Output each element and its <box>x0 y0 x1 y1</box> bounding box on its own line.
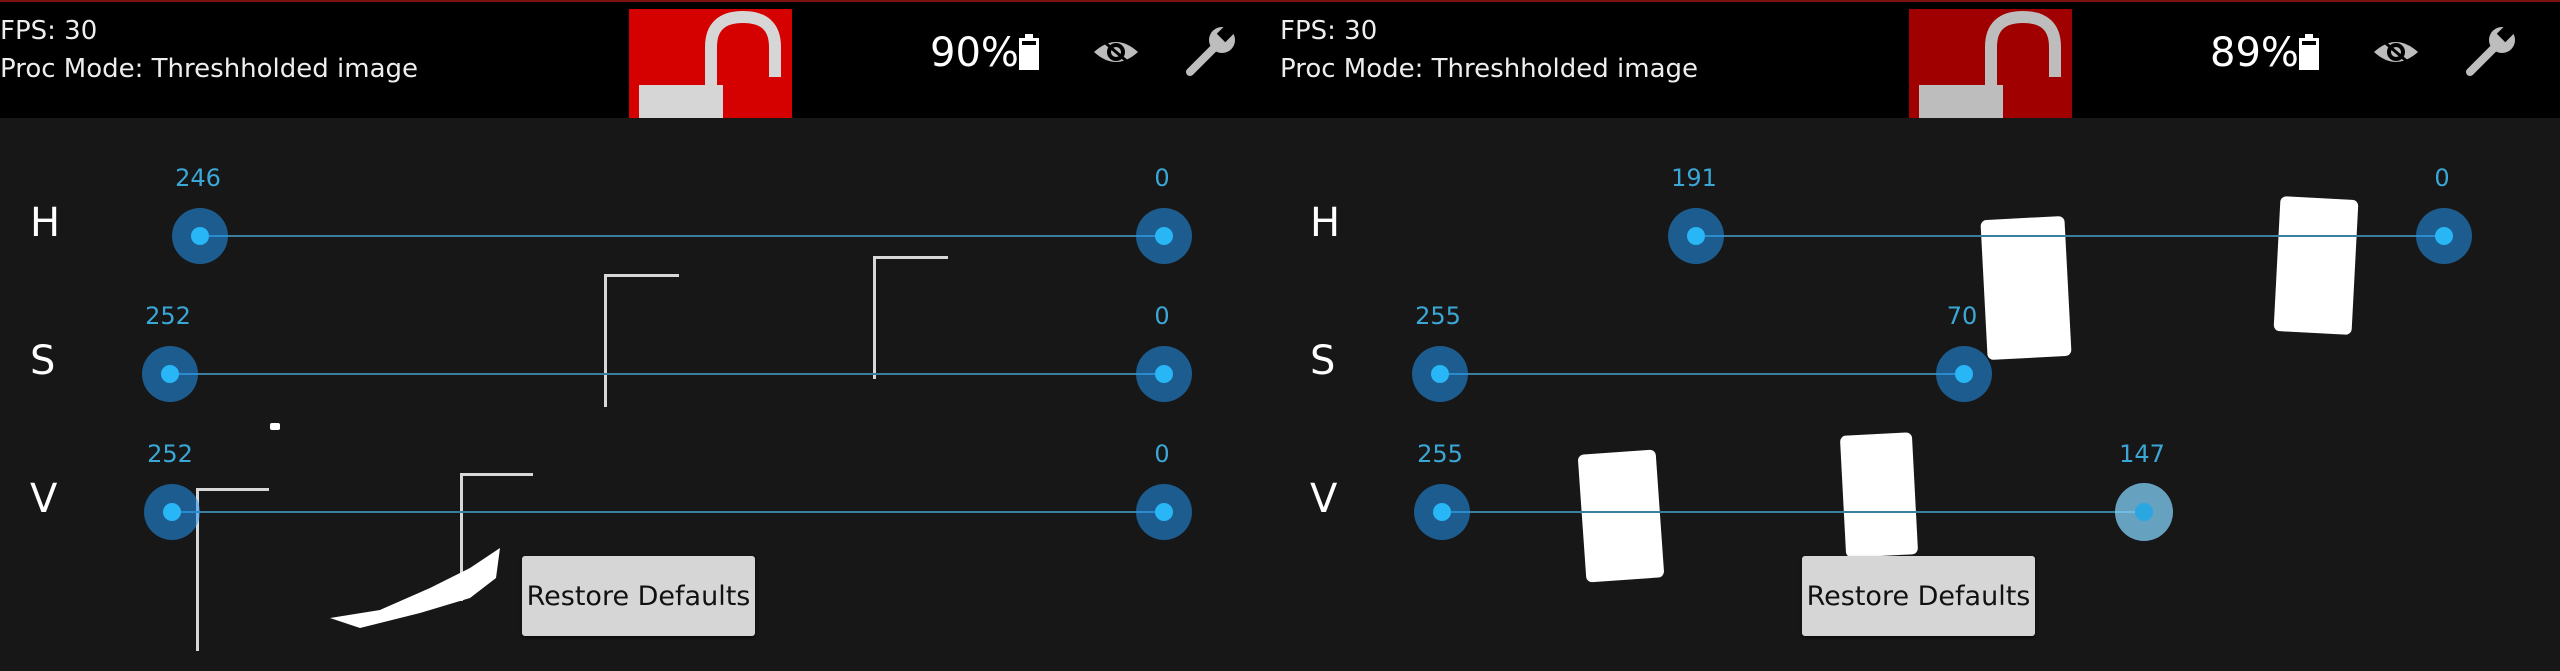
slider-value-high-h: 0 <box>2434 164 2450 192</box>
slider-track-v[interactable] <box>1442 511 2144 513</box>
slider-label-s: S <box>30 338 56 384</box>
slider-value-low-v: 255 <box>1417 440 1463 468</box>
wrench-icon[interactable] <box>1184 26 1238 78</box>
slider-value-low-s: 252 <box>145 302 191 330</box>
slider-track-s[interactable] <box>170 373 1164 375</box>
threshold-edge <box>604 274 679 407</box>
slider-value-high-v: 0 <box>1154 440 1170 468</box>
slider-thumb-high-v[interactable] <box>1136 484 1192 540</box>
slider-value-high-s: 0 <box>1154 302 1170 330</box>
slider-label-s: S <box>1310 338 1336 384</box>
camera-view: H 191 0 S 255 70 V 255 147 Restore Defau… <box>1280 118 2560 671</box>
slider-value-low-v: 252 <box>147 440 193 468</box>
slider-track-v[interactable] <box>172 511 1164 513</box>
fps-readout: FPS: 30 <box>0 16 98 46</box>
slider-value-low-h: 246 <box>175 164 221 192</box>
threshold-speck <box>270 423 280 430</box>
slider-value-low-h: 191 <box>1671 164 1717 192</box>
eye-icon[interactable] <box>2372 36 2420 68</box>
slider-label-h: H <box>30 200 61 246</box>
slider-thumb-high-v[interactable] <box>2115 483 2173 541</box>
threshold-edge <box>873 256 948 379</box>
slider-thumb-low-s[interactable] <box>142 346 198 402</box>
restore-defaults-button[interactable]: Restore Defaults <box>522 556 755 636</box>
battery-icon <box>2299 34 2319 70</box>
slider-thumb-high-s[interactable] <box>1136 346 1192 402</box>
threshold-blob <box>1980 215 2072 361</box>
slider-label-h: H <box>1310 200 1341 246</box>
slider-value-high-s: 70 <box>1946 302 1978 330</box>
slider-thumb-low-v[interactable] <box>1414 484 1470 540</box>
slider-thumb-high-h[interactable] <box>1136 208 1192 264</box>
battery-percent: 90% <box>930 30 1019 76</box>
threshold-blob <box>2273 196 2359 335</box>
slider-thumb-low-h[interactable] <box>1668 208 1724 264</box>
right-panel: FPS: 30 Proc Mode: Threshholded image 89… <box>1280 0 2560 671</box>
slider-thumb-low-h[interactable] <box>172 208 228 264</box>
slider-label-v: V <box>1310 476 1338 522</box>
wrench-icon[interactable] <box>2464 26 2518 78</box>
slider-track-s[interactable] <box>1440 373 1964 375</box>
battery-icon <box>1019 34 1039 70</box>
restore-defaults-button[interactable]: Restore Defaults <box>1802 556 2035 636</box>
slider-thumb-high-s[interactable] <box>1936 346 1992 402</box>
camera-view: H 246 0 S 252 0 V 252 0 Restore Defaults <box>0 118 1280 671</box>
slider-value-high-h: 0 <box>1154 164 1170 192</box>
threshold-blob <box>1577 449 1665 583</box>
eye-icon[interactable] <box>1092 36 1140 68</box>
slider-thumb-low-v[interactable] <box>144 484 200 540</box>
battery-percent: 89% <box>2210 30 2299 76</box>
left-panel: FPS: 30 Proc Mode: Threshholded image 90… <box>0 0 1280 671</box>
slider-value-low-s: 255 <box>1415 302 1461 330</box>
proc-mode-readout: Proc Mode: Threshholded image <box>1280 54 1699 84</box>
slider-value-high-v: 147 <box>2119 440 2165 468</box>
slider-label-v: V <box>30 476 58 522</box>
proc-mode-readout: Proc Mode: Threshholded image <box>0 54 419 84</box>
threshold-blob <box>1839 432 1919 558</box>
slider-thumb-high-h[interactable] <box>2416 208 2472 264</box>
threshold-blob <box>330 548 500 628</box>
slider-thumb-low-s[interactable] <box>1412 346 1468 402</box>
app-screen: FPS: 30 Proc Mode: Threshholded image 90… <box>0 0 2560 671</box>
slider-track-h[interactable] <box>1696 235 2444 237</box>
slider-track-h[interactable] <box>200 235 1164 237</box>
fps-readout: FPS: 30 <box>1280 16 1378 46</box>
